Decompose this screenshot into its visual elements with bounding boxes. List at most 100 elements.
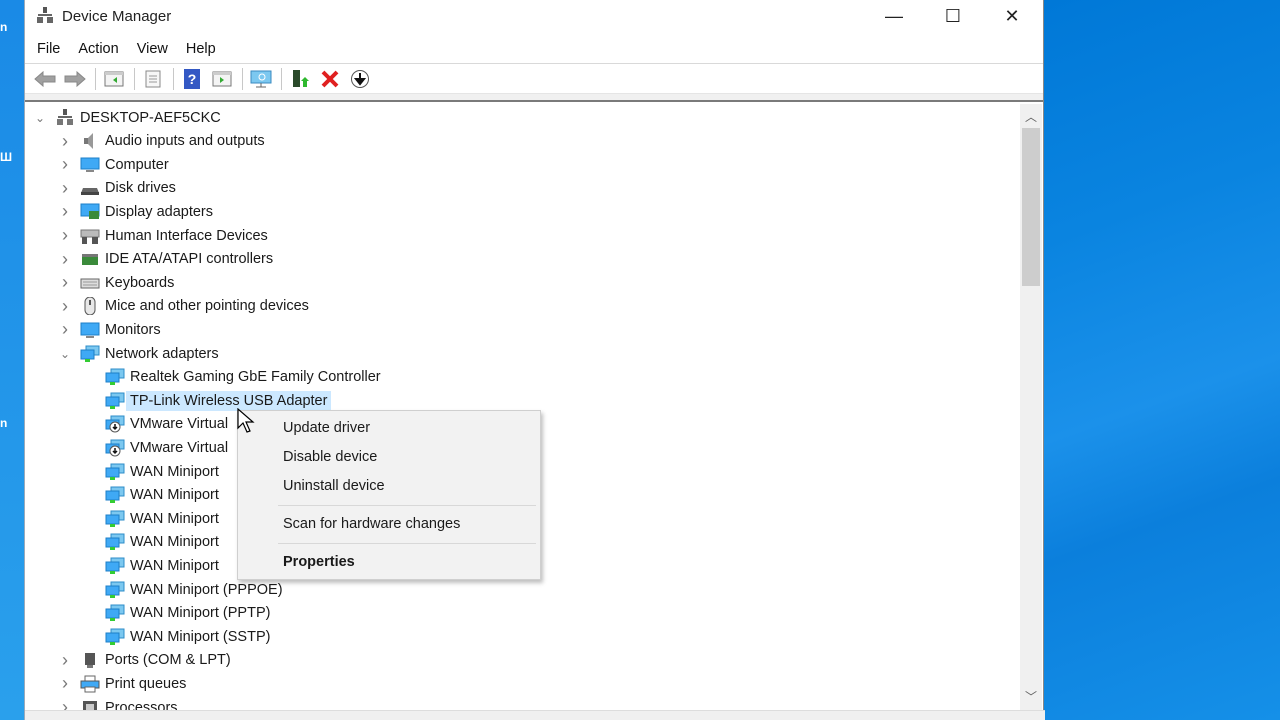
chevron-right-icon[interactable]: › <box>58 319 72 340</box>
tree-item-label: Processors <box>105 699 178 711</box>
tree-device[interactable]: WAN Miniport <box>105 554 219 577</box>
update-driver-button[interactable] <box>286 67 314 91</box>
scroll-up-arrow-icon[interactable]: ︿ <box>1020 106 1042 128</box>
keyboard-icon <box>80 274 100 292</box>
tree-device[interactable]: VMware Virtual <box>105 436 228 459</box>
context-menu-update-driver[interactable]: Update driver <box>238 415 540 441</box>
network-adapter-icon <box>80 345 100 363</box>
tree-item-label: Monitors <box>105 321 161 338</box>
forward-button[interactable] <box>61 67 89 91</box>
hid-icon <box>80 227 100 245</box>
chevron-right-icon[interactable]: › <box>58 697 72 710</box>
tree-device[interactable]: WAN Miniport (PPTP) <box>105 602 270 625</box>
tree-category[interactable]: › Computer <box>58 153 169 176</box>
tree-category[interactable]: › Audio inputs and outputs <box>58 130 265 153</box>
scroll-down-arrow-icon[interactable]: ﹀ <box>1020 686 1042 708</box>
chevron-down-icon[interactable]: ⌄ <box>58 347 72 361</box>
tree-item-label: IDE ATA/ATAPI controllers <box>105 251 274 268</box>
tree-device[interactable]: TP-Link Wireless USB Adapter <box>105 389 332 412</box>
menu-action[interactable]: Action <box>70 41 126 57</box>
tree-category[interactable]: › Monitors <box>58 318 161 341</box>
context-menu-uninstall-device[interactable]: Uninstall device <box>238 473 540 499</box>
tree-device[interactable]: WAN Miniport <box>105 460 219 483</box>
chevron-right-icon[interactable]: › <box>58 272 72 293</box>
network-adapter-icon <box>105 533 125 551</box>
uninstall-device-button[interactable] <box>316 67 344 91</box>
disable-device-button[interactable] <box>346 67 374 91</box>
desktop-icon-fragment: n <box>0 20 8 34</box>
tree-item-label: Network adapters <box>105 345 219 362</box>
scan-hardware-icon <box>250 70 272 87</box>
chevron-right-icon[interactable]: › <box>58 296 72 317</box>
status-bar <box>25 710 1045 720</box>
menu-help[interactable]: Help <box>178 41 224 57</box>
network-adapter-icon <box>105 368 125 386</box>
context-menu-disable-device[interactable]: Disable device <box>238 444 540 470</box>
tree-device[interactable]: VMware Virtual <box>105 413 228 436</box>
tree-device[interactable]: WAN Miniport <box>105 507 219 530</box>
network-adapter-icon <box>105 557 125 575</box>
show-hide-console-tree-button[interactable] <box>100 67 128 91</box>
tree-category[interactable]: › Processors <box>58 696 178 710</box>
vmware-adapter-icon <box>105 439 125 457</box>
network-adapter-icon <box>105 628 125 646</box>
chevron-right-icon[interactable]: › <box>58 673 72 694</box>
tree-device[interactable]: WAN Miniport (PPPOE) <box>105 578 283 601</box>
tree-category[interactable]: › Human Interface Devices <box>58 224 268 247</box>
ide-controller-icon <box>80 250 100 268</box>
tree-item-label: WAN Miniport <box>130 534 219 551</box>
tree-device[interactable]: WAN Miniport (SSTP) <box>105 625 270 648</box>
tree-category[interactable]: ⌄ Network adapters <box>58 342 219 365</box>
desktop-left-edge: n Ш n <box>0 0 24 720</box>
printer-icon <box>80 675 100 693</box>
minimize-button[interactable]: — <box>865 0 923 32</box>
computer-root-icon <box>55 108 75 127</box>
tree-item-label: TP-Link Wireless USB Adapter <box>126 390 332 411</box>
maximize-button[interactable]: ☐ <box>924 0 982 32</box>
tree-category[interactable]: › Display adapters <box>58 200 213 223</box>
tree-category[interactable]: › Mice and other pointing devices <box>58 295 309 318</box>
chevron-right-icon[interactable]: › <box>58 201 72 222</box>
tree-device[interactable]: Realtek Gaming GbE Family Controller <box>105 366 381 389</box>
tree-device[interactable]: WAN Miniport <box>105 484 219 507</box>
tree-item-label: Mice and other pointing devices <box>105 298 309 315</box>
show-hide-action-pane-button[interactable] <box>208 67 236 91</box>
tree-item-label: WAN Miniport <box>130 557 219 574</box>
chevron-right-icon[interactable]: › <box>58 154 72 175</box>
speaker-icon <box>80 132 100 150</box>
context-menu-properties[interactable]: Properties <box>238 549 540 575</box>
tree-category[interactable]: › Ports (COM & LPT) <box>58 649 231 672</box>
chevron-right-icon[interactable]: › <box>58 225 72 246</box>
tree-item-label: Realtek Gaming GbE Family Controller <box>130 369 381 386</box>
scan-hardware-button[interactable] <box>247 67 275 91</box>
menu-file[interactable]: File <box>29 41 68 57</box>
tree-category[interactable]: › IDE ATA/ATAPI controllers <box>58 248 273 271</box>
disable-device-icon <box>351 69 369 88</box>
scroll-thumb[interactable] <box>1022 128 1040 286</box>
vertical-scrollbar[interactable]: ︿ ﹀ <box>1020 104 1042 710</box>
tree-device[interactable]: WAN Miniport <box>105 531 219 554</box>
properties-button[interactable] <box>139 67 167 91</box>
mouse-cursor-icon <box>237 408 255 433</box>
tree-category[interactable]: › Keyboards <box>58 271 174 294</box>
close-button[interactable]: ✕ <box>983 0 1041 32</box>
properties-icon <box>145 70 161 87</box>
help-button[interactable]: ? <box>178 67 206 91</box>
processor-icon <box>80 699 100 710</box>
back-button[interactable] <box>31 67 59 91</box>
chevron-right-icon[interactable]: › <box>58 131 72 152</box>
tree-category[interactable]: › Disk drives <box>58 177 176 200</box>
tree-root[interactable]: ⌄ DESKTOP-AEF5CKC <box>33 106 221 129</box>
chevron-right-icon[interactable]: › <box>58 249 72 270</box>
forward-icon <box>64 70 86 87</box>
tree-category[interactable]: › Print queues <box>58 672 186 695</box>
chevron-right-icon[interactable]: › <box>58 650 72 671</box>
menu-view[interactable]: View <box>129 41 176 57</box>
desktop-background <box>1044 0 1280 720</box>
context-menu-scan-hardware[interactable]: Scan for hardware changes <box>238 511 540 537</box>
mouse-icon <box>80 297 100 316</box>
chevron-right-icon[interactable]: › <box>58 178 72 199</box>
help-icon: ? <box>184 68 200 89</box>
chevron-down-icon[interactable]: ⌄ <box>33 111 47 125</box>
tree-item-label: VMware Virtual <box>130 439 229 456</box>
